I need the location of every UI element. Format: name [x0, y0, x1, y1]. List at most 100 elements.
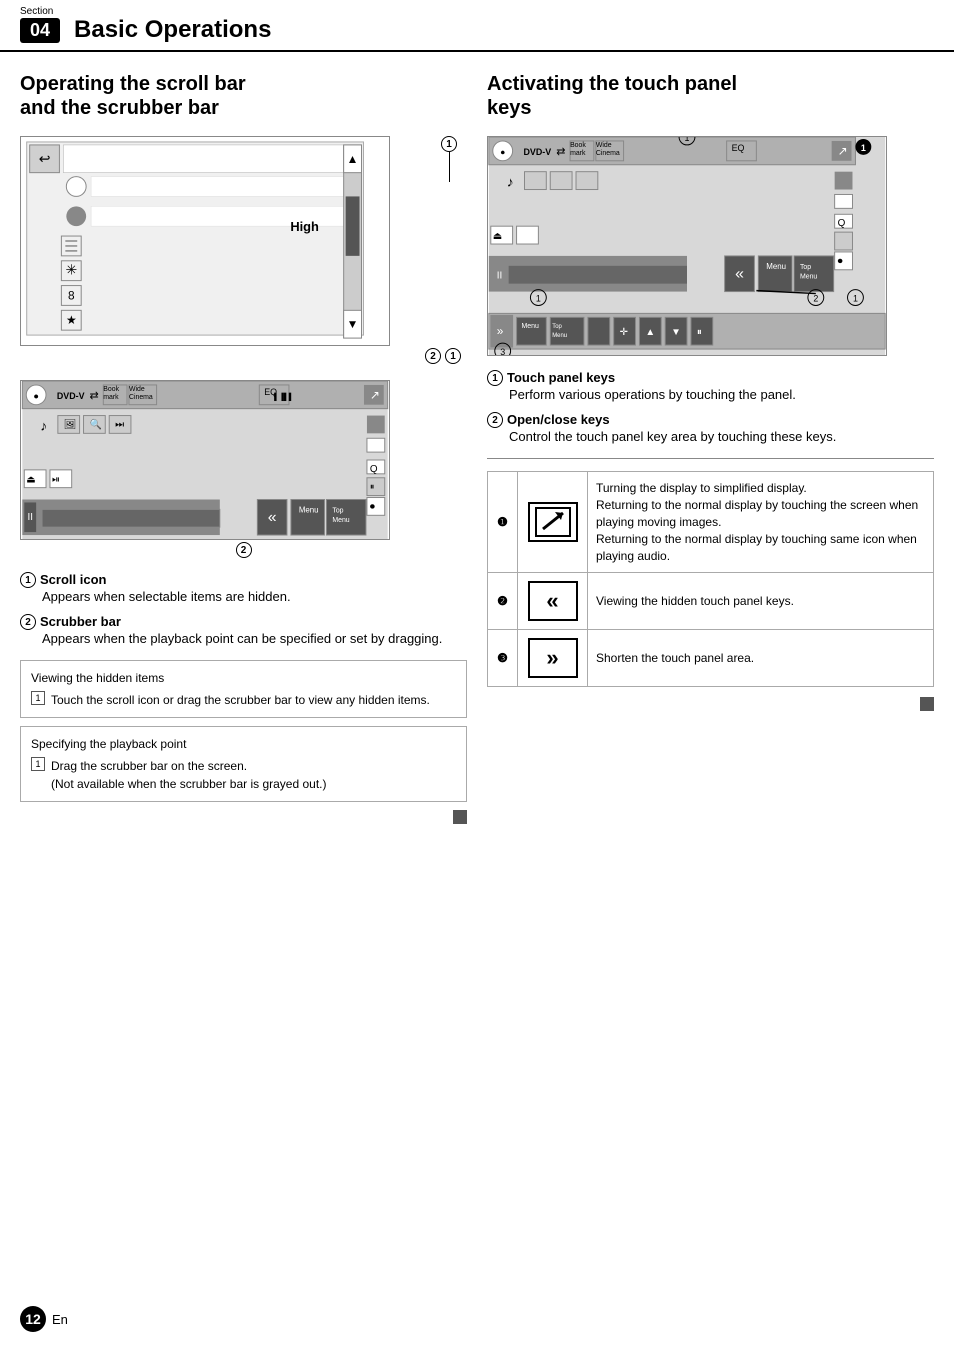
svg-text:▌▐▌▌: ▌▐▌▌	[274, 392, 294, 402]
svg-text:⏏: ⏏	[493, 231, 502, 242]
table-row-2: ❷ « Viewing the hidden touch panel keys.	[488, 573, 934, 630]
svg-text:⏺: ⏺	[838, 256, 843, 267]
svg-text:«: «	[268, 509, 277, 526]
svg-text:«: «	[735, 266, 744, 283]
svg-text:Menu: Menu	[552, 333, 567, 339]
row3-num: ❸	[488, 630, 518, 687]
right-column: Activating the touch panel keys ⏺ DVD-V …	[487, 72, 934, 827]
svg-text:⏭: ⏭	[115, 419, 124, 430]
svg-text:EQ: EQ	[732, 143, 745, 153]
dvd-svg: ⏺ DVD-V ⇄ Book mark Wide Cinema EQ ▌▐▌▌ …	[20, 380, 390, 540]
desc-item-2: 2 Scrubber bar Appears when the playback…	[20, 614, 467, 648]
svg-text:▲: ▲	[645, 327, 655, 338]
svg-text:↗: ↗	[838, 144, 848, 158]
svg-text:DVD-V: DVD-V	[524, 147, 552, 157]
left-desc-list: 1 Scroll icon Appears when selectable it…	[20, 572, 467, 648]
svg-text:mark: mark	[570, 150, 586, 157]
svg-text:⇄: ⇄	[556, 146, 565, 158]
svg-text:★: ★	[66, 313, 77, 327]
desc-item-1: 1 Scroll icon Appears when selectable it…	[20, 572, 467, 606]
table-row-3: ❸ » Shorten the touch panel area.	[488, 630, 934, 687]
callout1-top: 1	[441, 136, 457, 182]
svg-text:Top: Top	[332, 507, 343, 514]
svg-text:▼: ▼	[347, 317, 359, 331]
svg-text:⏸: ⏸	[370, 482, 374, 492]
row1-desc: Turning the display to simplified displa…	[588, 472, 934, 573]
scroll-svg: ↩ ✳ 8	[20, 136, 390, 346]
svg-text:II: II	[497, 271, 503, 282]
table-row-1: ❶ Turning the display to simplified disp…	[488, 472, 934, 573]
svg-text:↗: ↗	[370, 388, 380, 402]
touch-svg: ⏺ DVD-V ⇄ Book mark Wide Cinema EQ ↗ 1	[487, 136, 887, 356]
right-block-icon	[920, 697, 934, 711]
svg-text:Q: Q	[838, 218, 846, 229]
svg-text:✳: ✳	[65, 262, 77, 278]
svg-text:⏺: ⏺	[501, 148, 505, 157]
page-footer: 12 En	[20, 1306, 68, 1332]
svg-text:High: High	[290, 219, 319, 234]
row3-icon-cell: »	[518, 630, 588, 687]
svg-text:1: 1	[536, 293, 541, 303]
svg-text:2: 2	[813, 293, 818, 303]
info-box-1-title: Viewing the hidden items	[31, 669, 456, 687]
svg-text:mark: mark	[103, 394, 119, 401]
row1-icon-cell	[518, 472, 588, 573]
feature-table: ❶ Turning the display to simplified disp…	[487, 471, 934, 687]
info-box-2-title: Specifying the playback point	[31, 735, 456, 753]
svg-text:⏺: ⏺	[370, 501, 375, 512]
page-title: Basic Operations	[74, 16, 271, 44]
row3-icon-box: »	[528, 638, 578, 678]
row1-icon-box	[528, 502, 578, 542]
svg-text:3: 3	[500, 347, 505, 356]
svg-text:Cinema: Cinema	[596, 150, 620, 157]
touch-diagram-container: ⏺ DVD-V ⇄ Book mark Wide Cinema EQ ↗ 1	[487, 136, 934, 356]
page-number: 12	[20, 1306, 46, 1332]
svg-text:Menu: Menu	[522, 323, 539, 330]
svg-text:1: 1	[853, 293, 858, 303]
svg-text:»: »	[497, 324, 504, 338]
svg-text:♪: ♪	[507, 174, 514, 190]
callouts-bottom: 2 1	[20, 348, 467, 364]
right-end-icon	[487, 697, 934, 714]
dvd-callout2: 2	[20, 542, 467, 558]
info-box-2: Specifying the playback point 1 Drag the…	[20, 726, 467, 802]
right-desc-list: 1 Touch panel keys Perform various opera…	[487, 370, 934, 446]
page-header: Section 04 Basic Operations	[0, 0, 954, 52]
svg-text:1: 1	[685, 136, 690, 143]
right-desc-body-1: Perform various operations by touching t…	[509, 386, 934, 404]
right-desc-body-2: Control the touch panel key area by touc…	[509, 428, 934, 446]
dvd-diagram-container: ⏺ DVD-V ⇄ Book mark Wide Cinema EQ ▌▐▌▌ …	[20, 380, 467, 558]
section-label: Section	[20, 6, 53, 17]
svg-text:⏯: ⏯	[52, 475, 60, 486]
svg-text:Top: Top	[800, 264, 811, 271]
row2-icon-box: «	[528, 581, 578, 621]
svg-text:⇄: ⇄	[89, 390, 98, 402]
desc-body-1: Appears when selectable items are hidden…	[42, 588, 467, 606]
row2-icon-cell: «	[518, 573, 588, 630]
row2-num: ❷	[488, 573, 518, 630]
svg-text:Book: Book	[103, 386, 119, 393]
svg-text:Cinema: Cinema	[129, 394, 153, 401]
svg-text:DVD-V: DVD-V	[57, 391, 85, 401]
svg-text:Book: Book	[570, 142, 586, 149]
svg-text:⏏: ⏏	[26, 475, 35, 486]
svg-text:Menu: Menu	[800, 274, 817, 281]
svg-text:🖼: 🖼	[64, 418, 77, 430]
left-heading: Operating the scroll bar and the scrubbe…	[20, 72, 467, 120]
scroll-diagram-container: 1 ↩	[20, 136, 467, 364]
row2-desc: Viewing the hidden touch panel keys.	[588, 573, 934, 630]
svg-text:♪: ♪	[40, 417, 47, 433]
svg-text:↩: ↩	[39, 151, 51, 167]
svg-text:✛: ✛	[620, 327, 628, 338]
left-end-icon	[20, 810, 467, 827]
svg-text:II: II	[27, 512, 32, 523]
right-desc-item-1: 1 Touch panel keys Perform various opera…	[487, 370, 934, 404]
svg-text:Top: Top	[552, 324, 562, 330]
svg-text:▼: ▼	[671, 327, 681, 338]
left-column: Operating the scroll bar and the scrubbe…	[20, 72, 467, 827]
section-number: 04	[20, 18, 60, 43]
svg-text:Wide: Wide	[596, 142, 612, 149]
svg-text:8: 8	[68, 288, 75, 302]
svg-text:1: 1	[861, 143, 866, 153]
svg-text:Menu: Menu	[332, 517, 349, 524]
